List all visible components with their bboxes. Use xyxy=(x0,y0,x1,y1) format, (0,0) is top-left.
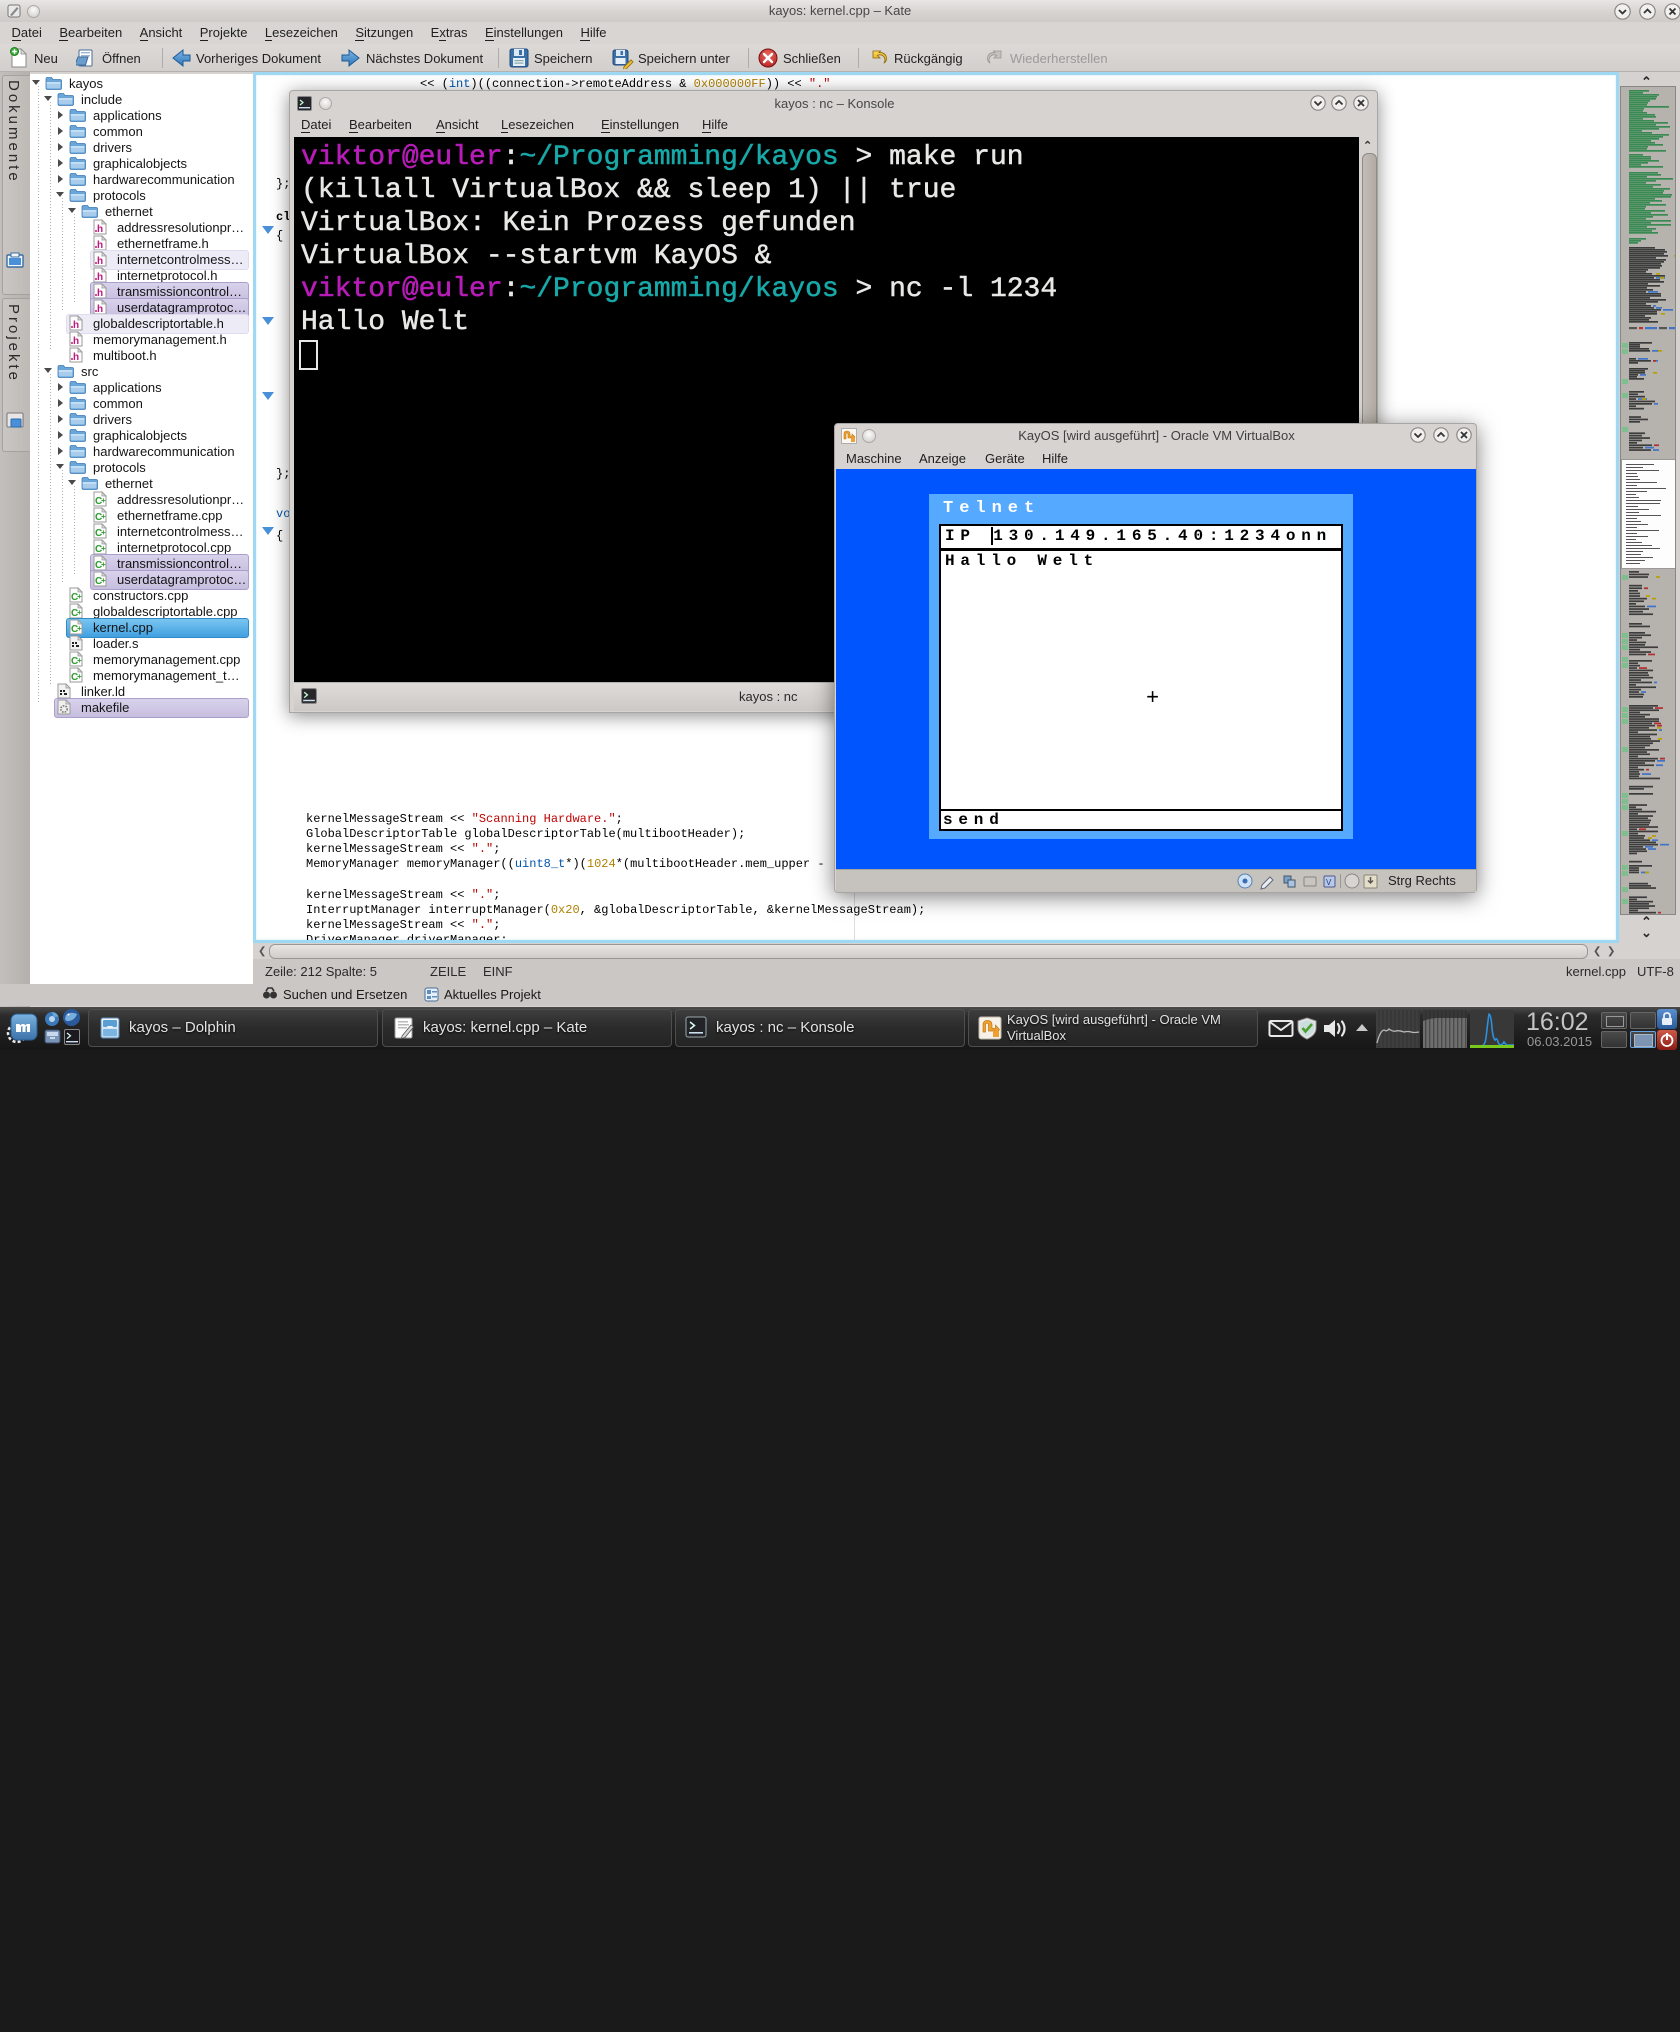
svg-text:+: + xyxy=(101,528,106,537)
svg-text:h: h xyxy=(97,224,103,235)
svg-text:+: + xyxy=(77,608,82,617)
svg-text:+: + xyxy=(77,592,82,601)
svg-text:+: + xyxy=(77,656,82,665)
svg-text:h: h xyxy=(73,320,79,331)
svg-text:h: h xyxy=(73,336,79,347)
svg-text:+: + xyxy=(101,560,106,569)
svg-text:+: + xyxy=(101,496,106,505)
svg-text:+: + xyxy=(101,576,106,585)
svg-text:h: h xyxy=(73,352,79,363)
svg-text:h: h xyxy=(97,256,103,267)
svg-text:+: + xyxy=(77,624,82,633)
svg-text:+: + xyxy=(101,512,106,521)
svg-text:+: + xyxy=(77,672,82,681)
svg-text:V: V xyxy=(1326,878,1332,887)
svg-text:+: + xyxy=(101,544,106,553)
